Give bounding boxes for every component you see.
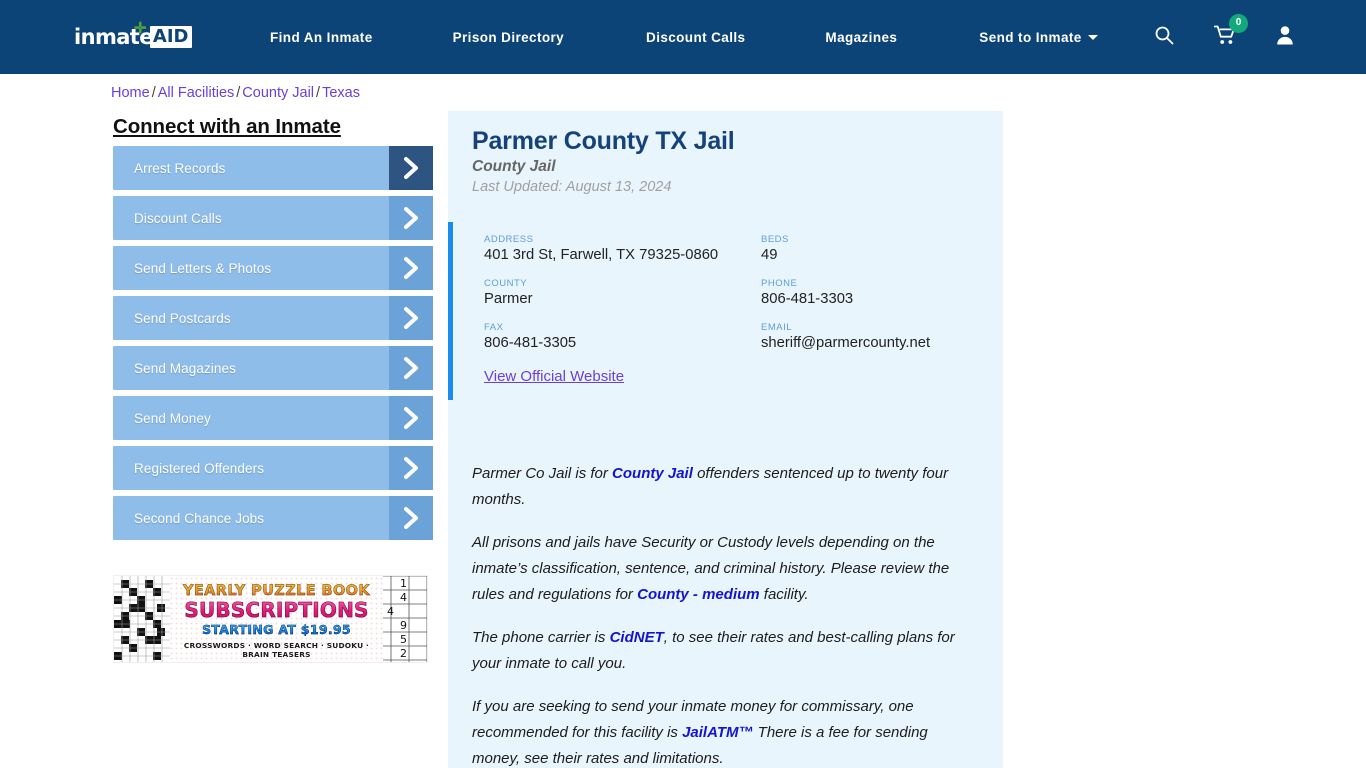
chevron-right-icon — [389, 246, 433, 290]
sidebar-item-label: Registered Offenders — [134, 460, 265, 476]
user-icon[interactable] — [1276, 25, 1294, 50]
search-icon[interactable] — [1154, 25, 1174, 50]
inline-link[interactable]: CidNET — [610, 629, 664, 646]
sidebar-item-second-chance-jobs[interactable]: Second Chance Jobs — [113, 496, 433, 540]
site-logo[interactable]: inmate AID ✛ — [74, 20, 193, 50]
info-field-county: COUNTY Parmer — [484, 278, 761, 309]
ad-copy: YEARLY PUZZLE BOOK SUBSCRIPTIONS STARTIN… — [170, 583, 383, 659]
crossword-grid-graphic — [114, 576, 170, 662]
nav-item-discount-calls[interactable]: Discount Calls — [646, 30, 745, 45]
info-value-email: sheriff@parmercounty.net — [761, 335, 931, 351]
sidebar-item-label: Send Letters & Photos — [134, 260, 272, 276]
ad-price-line: STARTING AT $19.95 — [170, 622, 383, 638]
svg-text:4: 4 — [400, 591, 407, 604]
nav-item-send-to-inmate-label: Send to Inmate — [979, 29, 1082, 45]
cart-count-badge: 0 — [1229, 13, 1248, 33]
sidebar-item-label: Discount Calls — [134, 210, 222, 226]
sidebar-item-arrest-records[interactable]: Arrest Records — [113, 146, 433, 190]
nav-item-find-an-inmate[interactable]: Find An Inmate — [270, 30, 373, 45]
view-official-website-link[interactable]: View Official Website — [484, 368, 624, 385]
sidebar-item-label: Send Money — [134, 410, 211, 426]
info-label-beds: BEDS — [761, 234, 789, 245]
breadcrumb-item-county-jail[interactable]: County Jail — [242, 85, 314, 101]
sidebar-item-label: Second Chance Jobs — [134, 510, 265, 526]
chevron-right-icon — [389, 346, 433, 390]
nav-item-prison-directory[interactable]: Prison Directory — [453, 30, 564, 45]
info-field-email: EMAIL sheriff@parmercounty.net — [761, 322, 979, 353]
nav-item-send-to-inmate[interactable]: Send to Inmate — [979, 29, 1098, 45]
svg-text:9: 9 — [400, 619, 407, 632]
description-paragraph: Parmer Co Jail is for County Jail offend… — [472, 465, 949, 508]
info-field-phone: PHONE 806-481-3303 — [761, 278, 979, 309]
sidebar-item-send-letters-photos[interactable]: Send Letters & Photos — [113, 246, 433, 290]
sidebar-item-send-magazines[interactable]: Send Magazines — [113, 346, 433, 390]
description-paragraph: If you are seeking to send your inmate m… — [472, 698, 928, 767]
info-value-phone: 806-481-3303 — [761, 291, 854, 307]
info-value-fax: 806-481-3305 — [484, 335, 577, 351]
info-field-address: ADDRESS 401 3rd St, Farwell, TX 79325-08… — [484, 234, 761, 265]
sidebar-item-send-postcards[interactable]: Send Postcards — [113, 296, 433, 340]
sidebar-item-label: Send Postcards — [134, 310, 231, 326]
chevron-right-icon — [389, 496, 433, 540]
inline-link[interactable]: County - medium — [637, 586, 760, 603]
info-value-county: Parmer — [484, 291, 533, 307]
breadcrumb-item-all-facilities[interactable]: All Facilities — [158, 85, 235, 101]
logo-aid-badge: AID — [149, 26, 193, 48]
info-label-email: EMAIL — [761, 322, 793, 333]
sudoku-grid-graphic: 144952 — [383, 576, 427, 662]
sidebar-item-discount-calls[interactable]: Discount Calls — [113, 196, 433, 240]
svg-text:5: 5 — [400, 633, 407, 646]
cart-icon[interactable]: 0 — [1213, 13, 1248, 50]
info-value-beds: 49 — [761, 247, 778, 263]
breadcrumb-item-home[interactable]: Home — [111, 85, 150, 101]
info-label-address: ADDRESS — [484, 234, 534, 245]
header-icon-group: 0 — [1154, 0, 1294, 74]
sidebar-item-label: Arrest Records — [134, 160, 226, 176]
sidebar-menu: Arrest Records Discount Calls Send Letters… — [113, 146, 433, 546]
last-updated-text: Last Updated: August 13, 2024 — [472, 179, 672, 195]
facility-type-subtitle: County Jail — [472, 158, 556, 175]
facility-description: Parmer Co Jail is for County Jail offend… — [448, 461, 1003, 768]
info-label-fax: FAX — [484, 322, 504, 333]
svg-text:1: 1 — [400, 577, 407, 590]
ad-categories-line: CROSSWORDS · WORD SEARCH · SUDOKU · BRAI… — [183, 641, 370, 659]
svg-text:2: 2 — [400, 647, 407, 660]
logo-cross-icon: ✛ — [134, 20, 147, 37]
chevron-right-icon — [389, 446, 433, 490]
nav-item-magazines[interactable]: Magazines — [825, 30, 897, 45]
sidebar-item-send-money[interactable]: Send Money — [113, 396, 433, 440]
puzzle-book-ad-banner[interactable]: 144952 YEARLY PUZZLE BOOK SUBSCRIPTIONS … — [113, 575, 428, 663]
page-title: Parmer County TX Jail — [472, 127, 735, 155]
chevron-right-icon — [389, 196, 433, 240]
sidebar-item-label: Send Magazines — [134, 360, 236, 376]
breadcrumb-separator: / — [316, 85, 321, 101]
info-value-address: 401 3rd St, Farwell, TX 79325-0860 — [484, 247, 719, 263]
chevron-down-icon — [1087, 34, 1098, 40]
chevron-right-icon — [389, 396, 433, 440]
info-field-fax: FAX 806-481-3305 — [484, 322, 761, 353]
site-header: inmate AID ✛ Find An Inmate Prison Direc… — [0, 0, 1366, 74]
ad-headline-2: SUBSCRIPTIONS — [170, 599, 383, 622]
info-label-phone: PHONE — [761, 278, 798, 289]
inline-link[interactable]: County Jail — [612, 465, 693, 482]
chevron-right-icon — [389, 146, 433, 190]
info-field-beds: BEDS 49 — [761, 234, 979, 265]
breadcrumb-separator: / — [151, 85, 156, 101]
inline-link[interactable]: JailATM™ — [682, 724, 753, 741]
sidebar-title: Connect with an Inmate — [113, 115, 341, 138]
sidebar-item-registered-offenders[interactable]: Registered Offenders — [113, 446, 433, 490]
chevron-right-icon — [389, 296, 433, 340]
main-navigation: Find An Inmate Prison Directory Discount… — [270, 0, 1098, 74]
description-paragraph: The phone carrier is CidNET, to see thei… — [472, 629, 955, 672]
facility-detail-panel: Parmer County TX Jail County Jail Last U… — [448, 111, 1003, 768]
info-label-county: COUNTY — [484, 278, 528, 289]
description-paragraph: All prisons and jails have Security or C… — [472, 534, 950, 603]
breadcrumb-item-texas[interactable]: Texas — [322, 85, 360, 101]
svg-text:4: 4 — [387, 605, 394, 618]
facility-info-grid: ADDRESS 401 3rd St, Farwell, TX 79325-08… — [484, 234, 979, 353]
facility-info-card: ADDRESS 401 3rd St, Farwell, TX 79325-08… — [448, 222, 1003, 400]
breadcrumb: Home / All Facilities / County Jail / Texas — [111, 85, 360, 101]
breadcrumb-separator: / — [236, 85, 241, 101]
